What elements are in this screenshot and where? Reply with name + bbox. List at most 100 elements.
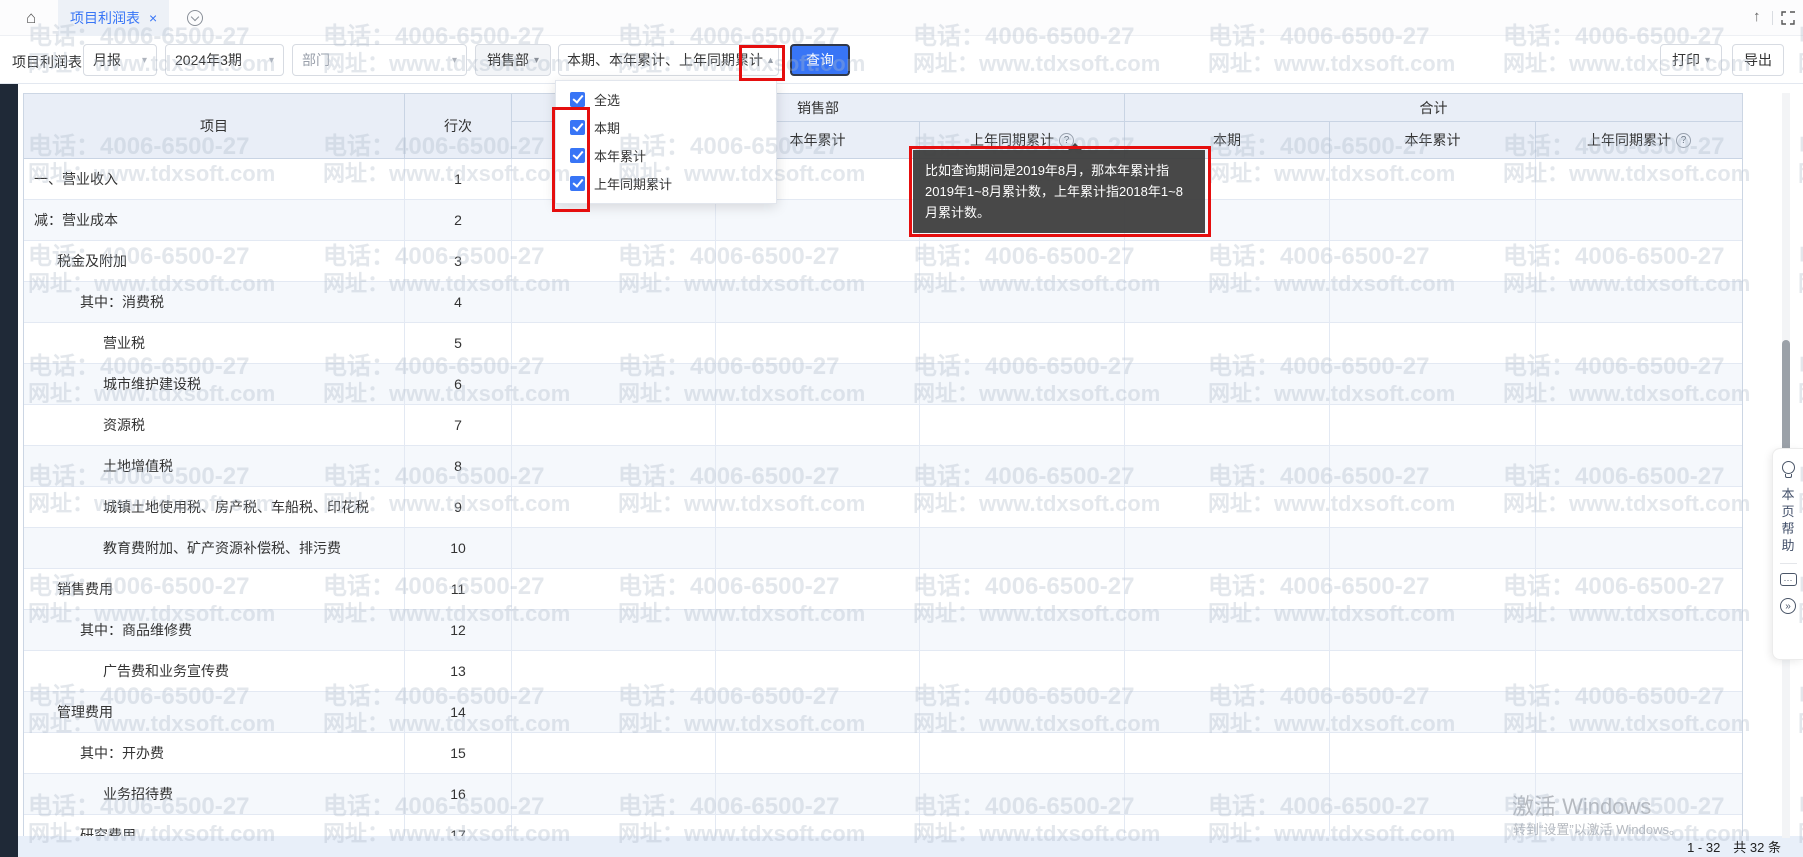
dropdown-item-本年累计[interactable]: 本年累计 bbox=[556, 141, 776, 169]
value-cell bbox=[920, 651, 1125, 691]
department-button[interactable]: 销售部 ▾ bbox=[475, 44, 551, 76]
value-cell bbox=[716, 405, 920, 445]
table-row[interactable]: 管理费用14 bbox=[24, 692, 1742, 733]
table-row[interactable]: 城镇土地使用税、房产税、车船税、印花税9 bbox=[24, 487, 1742, 528]
table-row[interactable]: 业务招待费16 bbox=[24, 774, 1742, 815]
print-button[interactable]: 打印 ▾ bbox=[1660, 44, 1722, 76]
table-row[interactable]: 一、营业收入1 bbox=[24, 159, 1742, 200]
period-value: 2024年3期 bbox=[175, 50, 242, 70]
value-cell bbox=[512, 241, 716, 281]
help-icon[interactable]: ? bbox=[1676, 133, 1691, 148]
checkbox-checked-icon[interactable] bbox=[570, 120, 585, 135]
page-help-label[interactable]: 本页帮助 bbox=[1781, 486, 1795, 554]
value-cell bbox=[1330, 405, 1536, 445]
table-row[interactable]: 税金及附加3 bbox=[24, 241, 1742, 282]
history-icon[interactable] bbox=[187, 10, 203, 26]
query-button[interactable]: 查询 bbox=[790, 44, 850, 76]
collapse-icon[interactable]: » bbox=[1780, 598, 1796, 614]
item-cell: 业务招待费 bbox=[24, 774, 405, 814]
table-row[interactable]: 其中：消费税4 bbox=[24, 282, 1742, 323]
feedback-icon[interactable]: ··· bbox=[1780, 573, 1797, 586]
value-cell bbox=[920, 815, 1125, 838]
up-arrow-icon[interactable]: ↑ bbox=[1753, 8, 1761, 25]
line-number-cell: 6 bbox=[405, 364, 512, 404]
export-button[interactable]: 导出 bbox=[1732, 44, 1784, 76]
value-cell bbox=[920, 610, 1125, 650]
value-cell bbox=[1536, 282, 1742, 322]
line-number-cell: 15 bbox=[405, 733, 512, 773]
line-number-cell: 17 bbox=[405, 815, 512, 838]
table-row[interactable]: 减：营业成本2 bbox=[24, 200, 1742, 241]
item-cell: 广告费和业务宣传费 bbox=[24, 651, 405, 691]
item-cell: 营业税 bbox=[24, 323, 405, 363]
select-all-label: 全选 bbox=[594, 90, 620, 109]
value-cell bbox=[1125, 364, 1330, 404]
value-cell bbox=[920, 569, 1125, 609]
dropdown-item-label: 本期 bbox=[594, 118, 620, 137]
header-ytd: 本年累计 bbox=[1330, 122, 1536, 159]
value-cell bbox=[716, 651, 920, 691]
dropdown-item-上年同期累计[interactable]: 上年同期累计 bbox=[556, 169, 776, 197]
item-cell: 管理费用 bbox=[24, 692, 405, 732]
value-cell bbox=[1330, 569, 1536, 609]
value-cell bbox=[512, 528, 716, 568]
table-row[interactable]: 资源税7 bbox=[24, 405, 1742, 446]
columns-dropdown: 全选 本期本年累计上年同期累计 bbox=[555, 80, 777, 204]
period-type-select[interactable]: 月报 ▾ bbox=[83, 44, 157, 76]
watermark-text: 电话：4006-6500-27 bbox=[1798, 346, 1803, 381]
value-cell bbox=[1536, 159, 1742, 199]
watermark-text: 电话：4006-6500-27 bbox=[1798, 236, 1803, 271]
period-select[interactable]: 2024年3期 ▾ bbox=[165, 44, 284, 76]
value-cell bbox=[920, 528, 1125, 568]
chevron-up-icon: ▴ bbox=[768, 55, 773, 66]
chevron-down-icon: ▾ bbox=[136, 55, 147, 66]
table-row[interactable]: 营业税5 bbox=[24, 323, 1742, 364]
collapsed-sidebar[interactable] bbox=[0, 84, 18, 857]
bulb-icon[interactable] bbox=[1782, 461, 1795, 474]
table-row[interactable]: 其中：商品维修费12 bbox=[24, 610, 1742, 651]
query-button-label: 查询 bbox=[806, 50, 834, 70]
table-row[interactable]: 其中：开办费15 bbox=[24, 733, 1742, 774]
dropdown-item-本期[interactable]: 本期 bbox=[556, 113, 776, 141]
value-cell bbox=[1536, 323, 1742, 363]
department-placeholder: 部门 bbox=[302, 50, 330, 70]
header-prior-ytd-label: 上年同期累计 bbox=[970, 130, 1054, 150]
columns-filter-button[interactable]: 本期、本年累计、上年同期累计 ▴ bbox=[558, 44, 779, 76]
line-number-cell: 3 bbox=[405, 241, 512, 281]
table-row[interactable]: 销售费用11 bbox=[24, 569, 1742, 610]
department-select[interactable]: 部门 ▾ bbox=[292, 44, 467, 76]
table-row[interactable]: 广告费和业务宣传费13 bbox=[24, 651, 1742, 692]
table-row[interactable]: 城市维护建设税6 bbox=[24, 364, 1742, 405]
value-cell bbox=[920, 446, 1125, 486]
value-cell bbox=[512, 692, 716, 732]
item-cell: 其中：开办费 bbox=[24, 733, 405, 773]
tab-profit-statement[interactable]: 项目利润表 × bbox=[58, 0, 169, 36]
item-cell: 销售费用 bbox=[24, 569, 405, 609]
item-cell: 减：营业成本 bbox=[24, 200, 405, 240]
watermark-text: 网址：www.tdxsoft.com bbox=[1798, 376, 1803, 408]
columns-filter-label: 本期、本年累计、上年同期累计 bbox=[567, 50, 763, 70]
value-cell bbox=[920, 405, 1125, 445]
line-number-cell: 4 bbox=[405, 282, 512, 322]
checkbox-checked-icon[interactable] bbox=[570, 92, 585, 107]
dropdown-item-select-all[interactable]: 全选 bbox=[556, 85, 776, 113]
value-cell bbox=[716, 733, 920, 773]
value-cell bbox=[920, 733, 1125, 773]
checkbox-checked-icon[interactable] bbox=[570, 148, 585, 163]
item-cell: 城镇土地使用税、房产税、车船税、印花税 bbox=[24, 487, 405, 527]
watermark-text: 网址：www.tdxsoft.com bbox=[1798, 156, 1803, 188]
checkbox-checked-icon[interactable] bbox=[570, 176, 585, 191]
table-row[interactable]: 研究费用17 bbox=[24, 815, 1742, 838]
close-icon[interactable]: × bbox=[149, 10, 157, 26]
value-cell bbox=[1536, 446, 1742, 486]
table-row[interactable]: 教育费附加、矿产资源补偿税、排污费10 bbox=[24, 528, 1742, 569]
tab-title: 项目利润表 bbox=[70, 8, 140, 28]
export-button-label: 导出 bbox=[1744, 50, 1772, 70]
value-cell bbox=[1536, 610, 1742, 650]
home-icon[interactable]: ⌂ bbox=[26, 8, 36, 28]
table-row[interactable]: 土地增值税8 bbox=[24, 446, 1742, 487]
watermark-text: 电话：4006-6500-27 bbox=[1798, 676, 1803, 711]
fullscreen-icon[interactable] bbox=[1781, 11, 1795, 30]
value-cell bbox=[1330, 446, 1536, 486]
toolbar: 项目利润表 月报 ▾ 2024年3期 ▾ 部门 ▾ 销售部 ▾ 本期、本年累计、… bbox=[0, 36, 1803, 84]
